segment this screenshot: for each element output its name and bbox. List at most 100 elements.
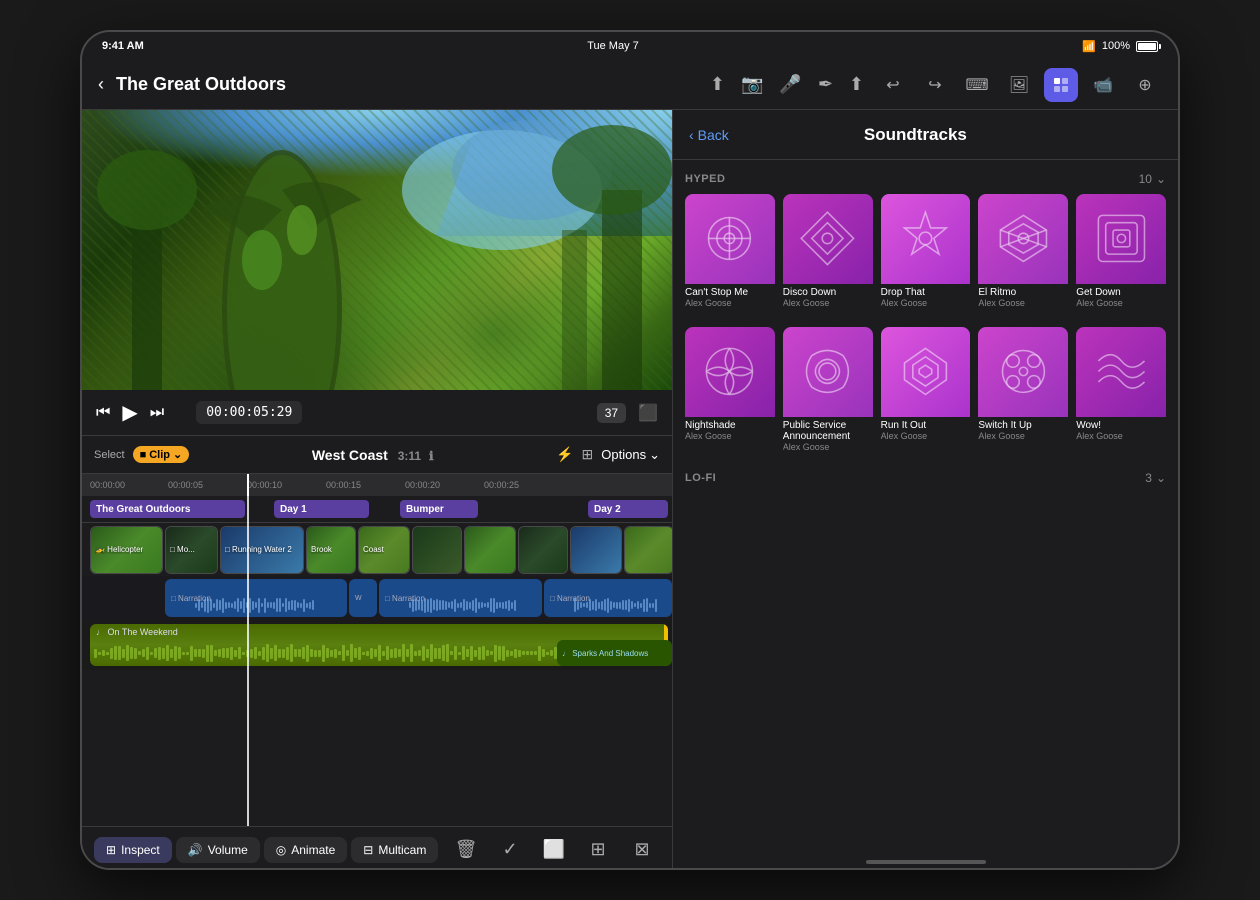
chapter-chip-1[interactable]: The Great Outdoors xyxy=(90,500,245,518)
video-clip-9[interactable] xyxy=(570,526,622,574)
track-10-artist: Alex Goose xyxy=(1076,431,1166,441)
video-clip-coast[interactable]: Coast xyxy=(358,526,410,574)
video-clip-7[interactable] xyxy=(464,526,516,574)
track-8-artist: Alex Goose xyxy=(881,431,971,441)
inspect-button[interactable]: ⊞ Inspect xyxy=(94,837,172,863)
timeline-toolbar: Select ■ Clip ⌄ West Coast 3:11 ℹ ⚡ ⊞ Op… xyxy=(82,436,672,474)
toolbar-center-icons: ⬆ 📷 🎤 ✒ ⬆ xyxy=(710,74,864,95)
video-clip-brook[interactable]: Brook xyxy=(306,526,356,574)
hyped-label: HYPED xyxy=(685,173,725,185)
video-clip-2[interactable]: □ Mo... xyxy=(165,526,218,574)
clip-badge: ■ Clip ⌄ xyxy=(133,446,190,463)
home-indicator xyxy=(673,852,1178,870)
crop-button[interactable]: ⬜ xyxy=(536,832,572,868)
track-run-it-out[interactable]: Run It Out Alex Goose xyxy=(881,327,971,455)
animate-label: Animate xyxy=(291,843,335,857)
chapter-chip-3[interactable]: Bumper xyxy=(400,500,478,518)
keyboard-button[interactable]: ⌨ xyxy=(960,68,994,102)
pen-icon[interactable]: ✒ xyxy=(818,74,833,95)
hyped-section-header: HYPED 10 ⌄ xyxy=(685,172,1166,186)
options-button[interactable]: Options ⌄ xyxy=(601,447,660,463)
home-bar xyxy=(866,860,986,864)
track-el-ritmo[interactable]: El Ritmo Alex Goose xyxy=(978,194,1068,311)
chapter-1-label: The Great Outdoors xyxy=(96,504,190,515)
back-button[interactable]: ‹ xyxy=(98,74,104,95)
delete-button[interactable]: 🗑 xyxy=(448,832,484,868)
overlay-button[interactable] xyxy=(1044,68,1078,102)
ruler-mark-2: 00:00:10 xyxy=(247,480,282,490)
track-10-title: Wow! xyxy=(1076,420,1166,431)
audio-clip-narration-1[interactable]: □ Narration for(let i=0;i<40;i++){docume… xyxy=(165,579,347,617)
multicam-icon: ⊟ xyxy=(363,843,373,857)
skip-fwd-button[interactable]: ⏭ xyxy=(150,404,164,422)
undo-button[interactable]: ↩ xyxy=(876,68,910,102)
video-clip-helicopter[interactable]: 🚁 Helicopter xyxy=(90,526,163,574)
lofi-count[interactable]: 3 ⌄ xyxy=(1145,471,1166,485)
share-icon[interactable]: ⬆ xyxy=(849,74,864,95)
mic-icon[interactable]: 🎤 xyxy=(779,74,801,95)
multicam-button[interactable]: ⊟ Multicam xyxy=(351,837,438,863)
play-button[interactable]: ▶ xyxy=(122,400,137,425)
screen-icon[interactable]: ⬛ xyxy=(638,403,658,423)
transform-button[interactable]: ⊞ xyxy=(580,832,616,868)
video-background xyxy=(82,110,672,390)
inspect-label: Inspect xyxy=(121,843,160,857)
back-link[interactable]: ‹ Back xyxy=(689,127,729,143)
clip-icon: ■ xyxy=(140,449,147,461)
chapter-chip-2[interactable]: Day 1 xyxy=(274,500,369,518)
video-preview xyxy=(82,110,672,390)
tracks-container: The Great Outdoors Day 1 Bumper Day 2 xyxy=(82,496,672,826)
lofi-label: LO-FI xyxy=(685,472,716,484)
snap-button[interactable]: ⊠ xyxy=(624,832,660,868)
track-cant-stop-me[interactable]: Can't Stop Me Alex Goose xyxy=(685,194,775,311)
right-panel: ‹ Back Soundtracks HYPED 10 ⌄ xyxy=(672,110,1178,870)
audio-clip-2[interactable]: W xyxy=(349,579,377,617)
options-chevron: ⌄ xyxy=(649,447,660,463)
more-button[interactable]: ⊕ xyxy=(1128,68,1162,102)
volume-icon: 🔊 xyxy=(188,843,203,857)
track-drop-that[interactable]: Drop That Alex Goose xyxy=(881,194,971,311)
video-clip-10[interactable] xyxy=(624,526,672,574)
track-4-title: El Ritmo xyxy=(978,287,1068,298)
sparks-clip[interactable]: ♩ Sparks And Shadows xyxy=(557,640,672,666)
chapter-4-label: Day 2 xyxy=(594,504,621,515)
track-get-down[interactable]: Get Down Alex Goose xyxy=(1076,194,1166,311)
photo-button[interactable]: 🖼 xyxy=(1002,68,1036,102)
hyped-grid-row1: Can't Stop Me Alex Goose xyxy=(685,194,1166,311)
top-toolbar: ‹ The Great Outdoors ⬆ 📷 🎤 ✒ ⬆ ↩ ↪ ⌨ 🖼 � xyxy=(82,60,1178,110)
track-wow[interactable]: Wow! Alex Goose xyxy=(1076,327,1166,455)
video-clip-6[interactable] xyxy=(412,526,462,574)
track-switch-it-up[interactable]: Switch It Up Alex Goose xyxy=(978,327,1068,455)
ruler-playhead xyxy=(247,474,249,496)
skip-back-button[interactable]: ⏮ xyxy=(96,404,110,422)
track-2-artist: Alex Goose xyxy=(783,298,873,308)
camera2-button[interactable]: 📹 xyxy=(1086,68,1120,102)
track-disco-down[interactable]: Disco Down Alex Goose xyxy=(783,194,873,311)
track-public-service[interactable]: Public Service Announcement Alex Goose xyxy=(783,327,873,455)
check-button[interactable]: ✓ xyxy=(492,832,528,868)
video-clip-water[interactable]: □ Running Water 2 xyxy=(220,526,304,574)
chapter-chip-4[interactable]: Day 2 xyxy=(588,500,668,518)
video-clip-8[interactable] xyxy=(518,526,568,574)
split-icon[interactable]: ⚡ xyxy=(556,446,573,463)
camera-icon[interactable]: 📷 xyxy=(741,74,763,95)
ruler-mark-3: 00:00:15 xyxy=(326,480,361,490)
info-icon: ℹ xyxy=(429,449,434,463)
upload-icon[interactable]: ⬆ xyxy=(710,74,725,95)
track-nightshade[interactable]: Nightshade Alex Goose xyxy=(685,327,775,455)
audio-clip-narration-3[interactable]: □ Narration for(let i=0;i<28;i++){docume… xyxy=(544,579,672,617)
soundtracks-content[interactable]: HYPED 10 ⌄ xyxy=(673,160,1178,852)
track-3-title: Drop That xyxy=(881,287,971,298)
chapter-track: The Great Outdoors Day 1 Bumper Day 2 xyxy=(82,496,672,522)
chapter-3-label: Bumper xyxy=(406,504,444,515)
redo-button[interactable]: ↪ xyxy=(918,68,952,102)
hyped-grid-row2: Nightshade Alex Goose xyxy=(685,327,1166,455)
status-time: 9:41 AM xyxy=(102,40,144,52)
audio-clip-narration-2[interactable]: □ Narration for(let i=0;i<36;i++){docume… xyxy=(379,579,542,617)
trim-icon[interactable]: ⊞ xyxy=(582,446,594,463)
select-label: Select xyxy=(94,449,125,461)
animate-button[interactable]: ◎ Animate xyxy=(264,837,348,863)
volume-button[interactable]: 🔊 Volume xyxy=(176,837,260,863)
hyped-count[interactable]: 10 ⌄ xyxy=(1139,172,1166,186)
inspect-icon: ⊞ xyxy=(106,843,116,857)
